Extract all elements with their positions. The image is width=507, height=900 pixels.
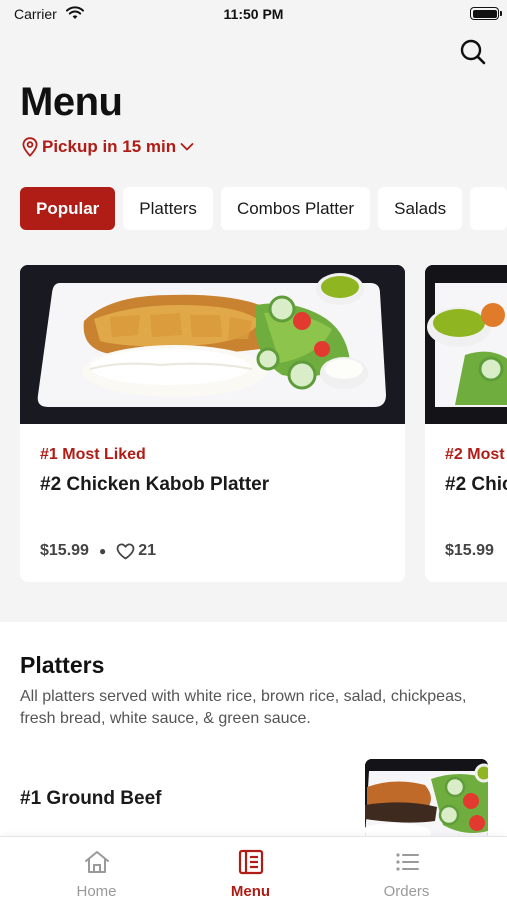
list-icon [396,853,419,871]
section-description: All platters served with white rice, bro… [20,688,467,727]
search-button[interactable] [458,37,488,67]
separator-dot: ● [98,544,107,558]
status-time: 11:50 PM [223,6,284,22]
card-meta: $15.99 ● 21 [40,542,156,560]
card-meta: $15.99 [445,542,494,560]
popular-card[interactable]: #1 Most Liked #2 Chicken Kabob Platter $… [20,265,405,582]
tab-orders[interactable]: Orders [322,837,491,900]
category-chips: Popular Platters Combos Platter Salads [20,187,507,231]
card-rank-tag: #2 Most Liked [445,446,507,463]
chevron-down-icon [180,143,194,151]
card-item-name: #2 Chicken Kabob Platter [40,474,270,495]
pickup-label: Pickup in 15 min [42,137,177,156]
card-rank-tag: #1 Most Liked [40,446,146,463]
chip-combos-platter[interactable]: Combos Platter [220,187,371,230]
card-item-name: #2 Chicken Kabob Platter [445,474,507,495]
popular-carousel: #1 Most Liked #2 Chicken Kabob Platter $… [20,265,507,585]
chicken-kabob-platter-image [425,265,507,424]
tab-menu[interactable]: Menu [166,837,335,900]
menu-book-icon [238,849,264,875]
pickup-time-selector[interactable]: Pickup in 15 min [22,137,194,157]
popular-card[interactable]: #2 Most Liked #2 Chicken Kabob Platter $… [425,265,507,582]
chicken-kabob-platter-image [20,265,405,424]
tab-label: Home [76,883,117,900]
tab-label: Menu [230,883,271,900]
page-title: Menu [20,80,123,124]
card-price: $15.99 [445,542,494,559]
battery-icon [470,7,502,20]
ground-beef-platter-image[interactable] [365,759,488,839]
chip-salads[interactable]: Salads [378,187,463,230]
tab-label: Orders [383,883,430,900]
home-icon [85,851,109,873]
card-price: $15.99 [40,542,89,559]
tab-bar: Home Menu Orders [0,836,507,900]
search-icon [460,39,486,65]
tab-home[interactable]: Home [12,837,181,900]
chip-popular[interactable]: Popular [20,187,116,230]
heart-icon[interactable] [116,543,135,560]
chip-more[interactable] [470,187,507,230]
chip-platters[interactable]: Platters [123,187,213,230]
card-likes-count: 21 [138,542,156,559]
status-bar: Carrier 11:50 PM [0,0,507,28]
menu-item-name[interactable]: #1 Ground Beef [20,788,161,810]
location-pin-icon [22,137,38,157]
section-title: Platters [20,652,105,678]
